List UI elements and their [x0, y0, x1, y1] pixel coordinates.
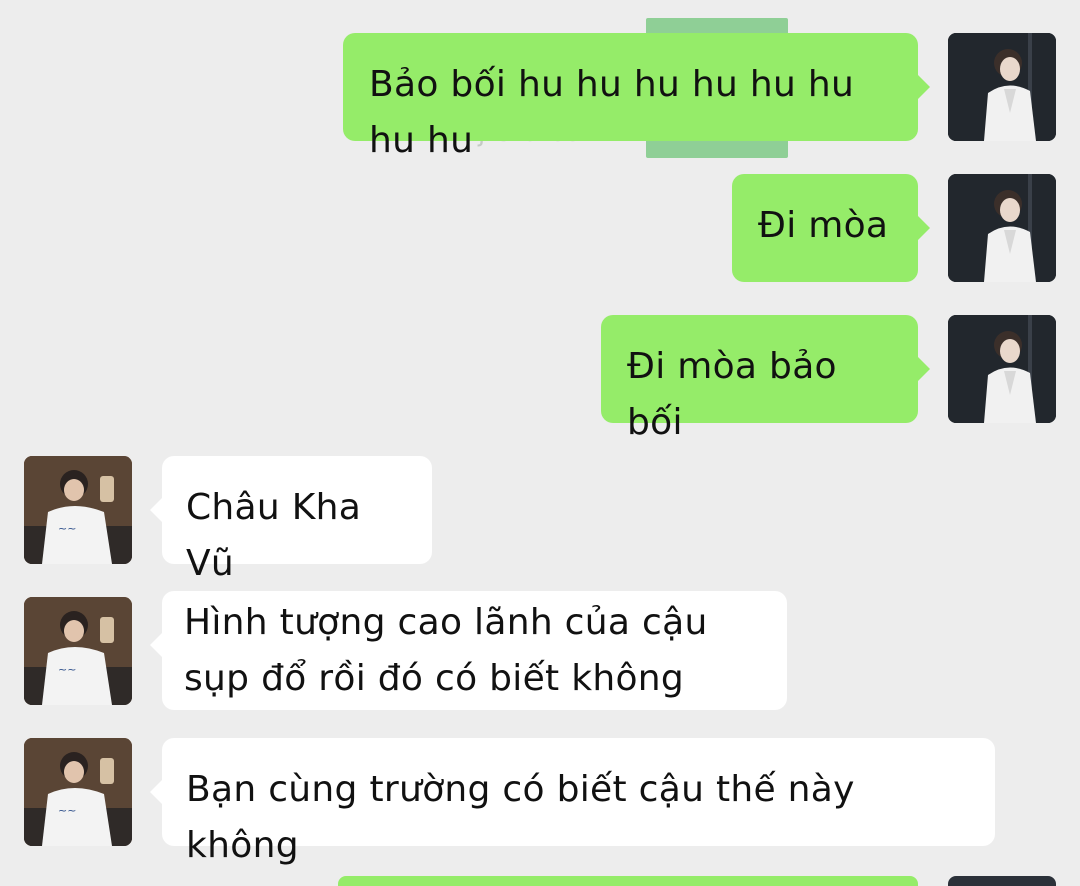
chat-window: www.vjietu.com Bảo bối hu hu hu hu hu hu… — [0, 0, 1080, 886]
svg-text:~~: ~~ — [58, 522, 76, 535]
receiver-avatar[interactable]: ~~ — [24, 456, 132, 564]
received-message-bubble[interactable]: Bạn cùng trường có biết cậu thế này khôn… — [150, 738, 995, 866]
sent-message-bubble[interactable]: Đi mòa bảo bối — [601, 315, 930, 443]
svg-text:~~: ~~ — [58, 663, 76, 676]
receiver-avatar[interactable]: ~~ — [24, 738, 132, 846]
received-message-bubble[interactable]: Châu Kha Vũ — [150, 456, 432, 584]
message-text: Bạn cùng trường có biết cậu thế này khôn… — [186, 769, 855, 866]
sent-message-bubble[interactable]: Bảo bối hu hu hu hu hu hu hu hu — [343, 33, 930, 161]
avatar-photo-white-shirt-icon — [948, 315, 1056, 423]
sender-avatar[interactable] — [948, 174, 1056, 282]
avatar-photo-mirror-selfie-icon: ~~ — [24, 456, 132, 564]
message-text: Đi mòa bảo bối — [627, 346, 837, 443]
message-text: Đi mòa — [758, 205, 889, 246]
sent-message-bubble-partial — [338, 876, 918, 886]
avatar-photo-white-shirt-icon — [948, 33, 1056, 141]
sender-avatar[interactable] — [948, 33, 1056, 141]
avatar-photo-mirror-selfie-icon: ~~ — [24, 738, 132, 846]
sent-message-bubble[interactable]: Đi mòa — [732, 174, 930, 282]
message-text: Châu Kha Vũ — [186, 487, 362, 584]
svg-text:~~: ~~ — [58, 804, 76, 817]
avatar-photo-white-shirt-icon — [948, 174, 1056, 282]
avatar-photo-mirror-selfie-icon: ~~ — [24, 597, 132, 705]
sender-avatar-partial — [948, 876, 1056, 886]
received-message-bubble[interactable]: Hình tượng cao lãnh của cậu sụp đổ rồi đ… — [150, 591, 787, 710]
sender-avatar[interactable] — [948, 315, 1056, 423]
receiver-avatar[interactable]: ~~ — [24, 597, 132, 705]
message-text: Hình tượng cao lãnh của cậu sụp đổ rồi đ… — [184, 602, 708, 699]
